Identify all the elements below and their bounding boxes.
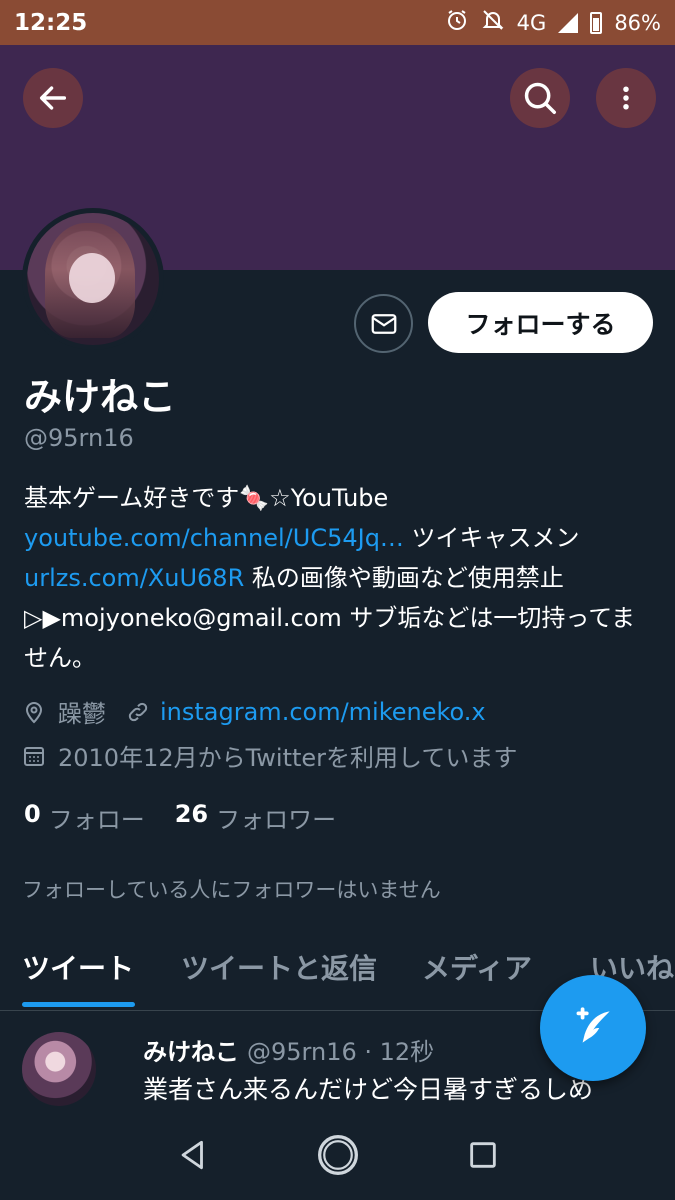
signal-icon — [558, 12, 579, 33]
battery-percent: 86% — [614, 10, 661, 35]
bio-text: 基本ゲーム好きです — [24, 484, 240, 512]
location-text: 躁鬱 — [58, 700, 106, 728]
tab-tweets-and-replies[interactable]: ツイートと返信 — [181, 947, 377, 987]
profile-meta-location: 躁鬱 instagram.com/mikeneko.x — [22, 694, 486, 729]
compose-tweet-icon — [576, 1007, 610, 1043]
profile-avatar[interactable] — [22, 208, 164, 350]
square-recents-icon — [469, 1142, 496, 1168]
tweet-avatar[interactable] — [22, 1032, 96, 1106]
battery-icon — [590, 11, 603, 34]
status-icons: 4G 86% — [445, 8, 661, 37]
following-label: フォロー — [48, 806, 145, 834]
home-circle-icon — [317, 1135, 358, 1175]
active-tab-indicator — [22, 1002, 135, 1007]
link-icon — [128, 702, 148, 721]
notifications-off-icon — [481, 8, 505, 37]
bio-link-urlzs[interactable]: urlzs.com/XuU68R — [24, 564, 244, 592]
nav-home-button[interactable] — [308, 1125, 368, 1185]
followers-count-link[interactable]: 26 フォロワー — [175, 800, 336, 835]
user-handle: @95rn16 — [24, 424, 134, 452]
search-icon — [524, 82, 556, 114]
system-nav-bar — [0, 1110, 675, 1200]
profile-bio: 基本ゲーム好きです🍬☆YouTube youtube.com/channel/U… — [24, 478, 654, 678]
no-mutual-followers-text: フォローしている人にフォロワーはいません — [22, 878, 441, 902]
joined-date: 2010年12月からTwitterを利用しています — [58, 744, 518, 772]
compose-tweet-button[interactable] — [540, 975, 646, 1081]
back-button[interactable] — [23, 68, 83, 128]
candy-emoji: 🍬 — [239, 484, 270, 512]
arrow-left-icon — [39, 86, 67, 110]
tab-tweets[interactable]: ツイート — [22, 947, 134, 987]
followers-label: フォロワー — [216, 806, 337, 834]
network-type: 4G — [516, 10, 547, 35]
nav-back-button[interactable] — [163, 1125, 223, 1185]
follow-button[interactable]: フォローする — [428, 292, 653, 353]
follow-counts: 0 フォロー 26 フォロワー — [24, 800, 366, 835]
calendar-icon — [24, 746, 44, 766]
tweet-author-name: みけねこ — [143, 1038, 239, 1066]
status-time: 12:25 — [14, 9, 88, 36]
bio-link-youtube[interactable]: youtube.com/channel/UC54Jq… — [24, 524, 404, 552]
search-button[interactable] — [510, 68, 570, 128]
alarm-icon — [445, 8, 469, 37]
profile-meta-joined: 2010年12月からTwitterを利用しています — [22, 738, 517, 773]
followers-count: 26 — [174, 800, 209, 828]
nav-recents-button[interactable] — [453, 1125, 513, 1185]
following-count-link[interactable]: 0 フォロー — [24, 800, 145, 835]
triangle-back-icon — [181, 1140, 203, 1170]
tweet-text: 業者さん来るんだけど今日暑すぎるしめ — [143, 1075, 594, 1104]
message-button[interactable] — [354, 294, 413, 353]
status-bar: 12:25 4G 86% — [0, 0, 675, 45]
bio-text: ツイキャスメン — [403, 524, 580, 552]
display-name: みけねこ — [24, 375, 177, 419]
tab-media[interactable]: メディア — [422, 947, 532, 987]
tweet-header: みけねこ @95rn16 · 12秒 — [143, 1032, 434, 1067]
more-vertical-icon — [623, 86, 629, 110]
mail-icon — [371, 313, 396, 334]
screen: 12:25 4G 86% フォローする みけねこ @95rn16 基本ゲーム好き… — [0, 0, 675, 1200]
website-link[interactable]: instagram.com/mikeneko.x — [160, 698, 486, 726]
location-pin-icon — [25, 701, 43, 723]
bio-text: ☆YouTube — [269, 484, 389, 512]
following-count: 0 — [24, 800, 41, 828]
more-options-button[interactable] — [596, 68, 656, 128]
tweet-meta: @95rn16 · 12秒 — [247, 1038, 435, 1066]
